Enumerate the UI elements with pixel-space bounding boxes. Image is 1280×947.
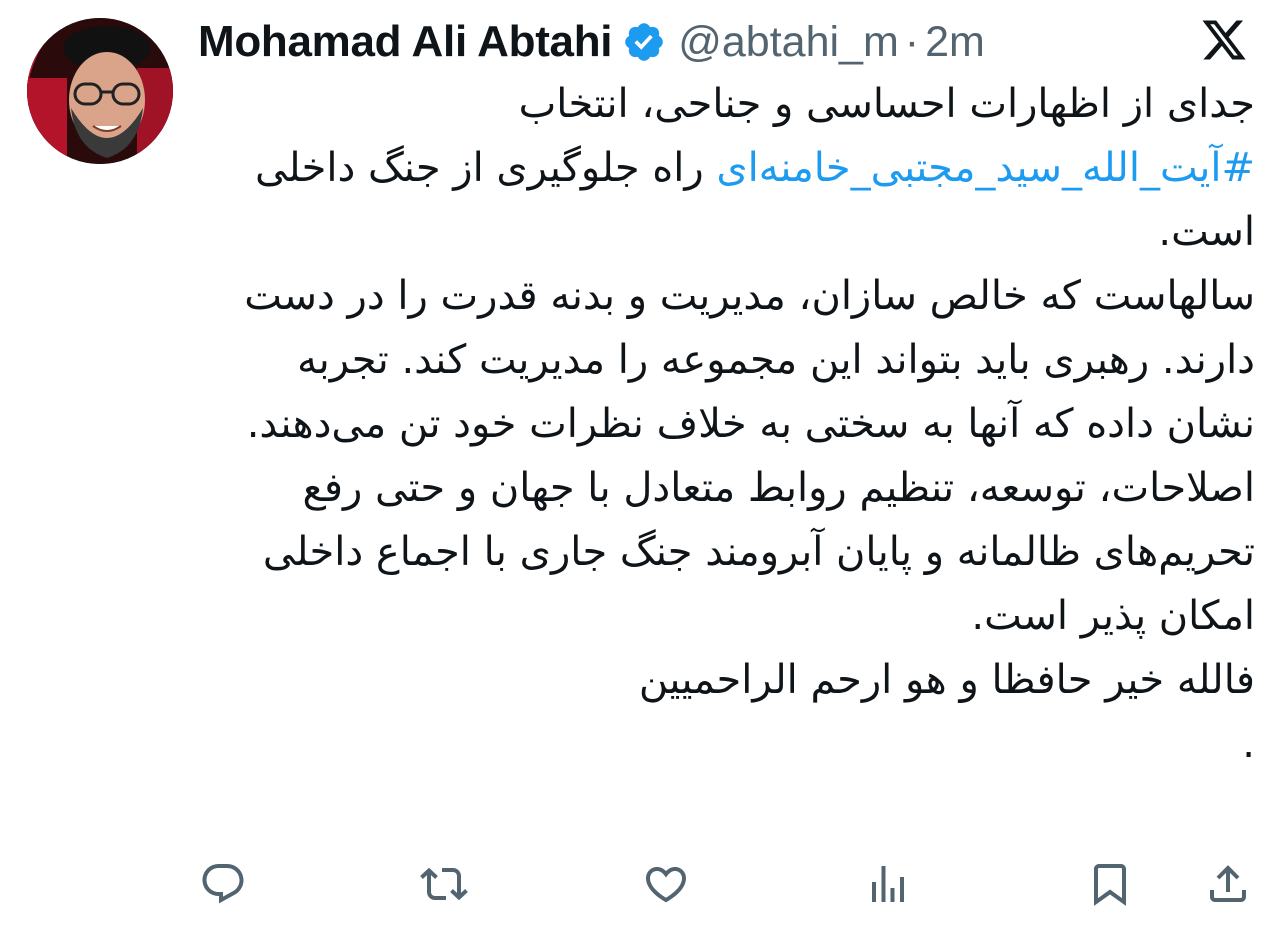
tweet-actions-bar [0,858,1280,918]
tweet-paragraph-2: سالهاست که خالص سازان، مدیریت و بدنه قدر… [244,273,1255,447]
views-button[interactable] [862,858,914,910]
retweet-icon [420,867,468,901]
tweet-paragraph-4: فالله خیر حافظا و هو ارحم الراحمیین [638,657,1255,703]
retweet-button[interactable] [418,858,470,910]
like-button[interactable] [640,858,692,910]
share-button[interactable] [1202,858,1254,910]
avatar[interactable] [27,18,173,164]
tweet-card: Mohamad Ali Abtahi @abtahi_m · 2m جدای ا… [0,0,1280,947]
bookmark-button[interactable] [1084,858,1136,910]
author-name[interactable]: Mohamad Ali Abtahi [198,17,613,67]
tweet-header: Mohamad Ali Abtahi @abtahi_m · 2m [198,14,985,70]
tweet-paragraph-3: اصلاحات، توسعه، تنظیم روابط متعادل با جه… [262,465,1255,639]
author-handle[interactable]: @abtahi_m [678,18,899,67]
reply-icon [202,864,244,904]
share-icon [1210,865,1246,902]
hashtag-link[interactable]: #آیت_الله_سید_مجتبی_خامنه‌ای [716,145,1255,191]
x-logo-icon[interactable] [1198,16,1250,64]
verified-badge-icon [622,20,666,64]
tweet-paragraph-1: جدای از اظهارات احساسی و جناحی، انتخاب #آ… [200,72,1255,264]
heart-icon [645,867,687,903]
views-icon [872,866,904,902]
timestamp[interactable]: 2m [925,18,985,67]
bookmark-icon [1094,864,1126,906]
tweet-trailing-dot: . [1242,721,1255,767]
tweet-line-1: جدای از اظهارات احساسی و جناحی، انتخاب [518,81,1255,127]
separator-dot: · [904,17,920,66]
reply-button[interactable] [197,858,249,910]
tweet-text: جدای از اظهارات احساسی و جناحی، انتخاب #آ… [200,72,1255,776]
